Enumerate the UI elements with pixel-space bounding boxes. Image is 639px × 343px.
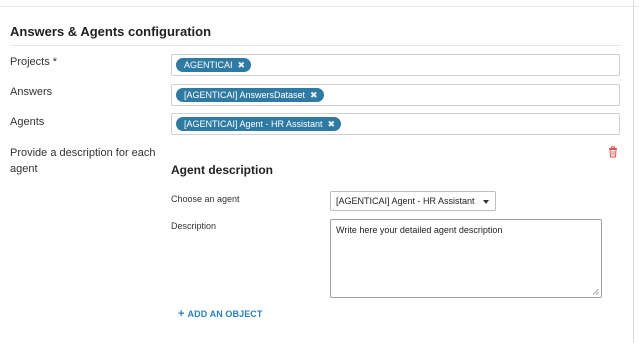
- description-label: Description: [171, 221, 217, 231]
- resize-handle-icon[interactable]: [592, 288, 599, 295]
- plus-icon: +: [178, 307, 185, 320]
- agents-label: Agents: [10, 116, 45, 128]
- agent-select-value: [AGENTICAI] Agent - HR Assistant: [336, 196, 475, 206]
- trash-icon[interactable]: [607, 146, 619, 158]
- choose-agent-label: Choose an agent: [171, 194, 240, 204]
- tag-label: [AGENTICAI] Agent - HR Assistant: [184, 119, 323, 129]
- agent-select[interactable]: [AGENTICAI] Agent - HR Assistant: [330, 191, 496, 211]
- projects-multiselect[interactable]: AGENTICAI ✖: [171, 54, 620, 76]
- tag-remove-icon[interactable]: ✖: [328, 117, 336, 131]
- section-divider: [10, 45, 622, 46]
- agents-tag: [AGENTICAI] Agent - HR Assistant ✖: [176, 117, 342, 131]
- agents-multiselect[interactable]: [AGENTICAI] Agent - HR Assistant ✖: [171, 113, 620, 135]
- agent-descriptions-label: Provide a description for each agent: [10, 147, 156, 175]
- description-textarea[interactable]: Write here your detailed agent descripti…: [330, 219, 602, 298]
- answers-multiselect[interactable]: [AGENTICAI] AnswersDataset ✖: [171, 84, 620, 106]
- add-object-button[interactable]: + ADD AN OBJECT: [178, 307, 263, 320]
- caret-down-icon: [483, 200, 489, 204]
- section-title: Answers & Agents configuration: [10, 24, 212, 39]
- answers-label: Answers: [10, 86, 53, 98]
- scrollbar-track[interactable]: [633, 0, 634, 343]
- projects-label: Projects *: [10, 56, 58, 68]
- tag-remove-icon[interactable]: ✖: [238, 58, 246, 72]
- tag-label: AGENTICAI: [184, 60, 233, 70]
- description-text: Write here your detailed agent descripti…: [336, 225, 503, 235]
- tag-label: [AGENTICAI] AnswersDataset: [184, 90, 306, 100]
- add-object-label: ADD AN OBJECT: [187, 309, 263, 319]
- agent-description-title: Agent description: [171, 163, 274, 177]
- projects-tag: AGENTICAI ✖: [176, 58, 252, 72]
- top-divider: [0, 0, 639, 7]
- tag-remove-icon[interactable]: ✖: [310, 88, 318, 102]
- answers-tag: [AGENTICAI] AnswersDataset ✖: [176, 88, 324, 102]
